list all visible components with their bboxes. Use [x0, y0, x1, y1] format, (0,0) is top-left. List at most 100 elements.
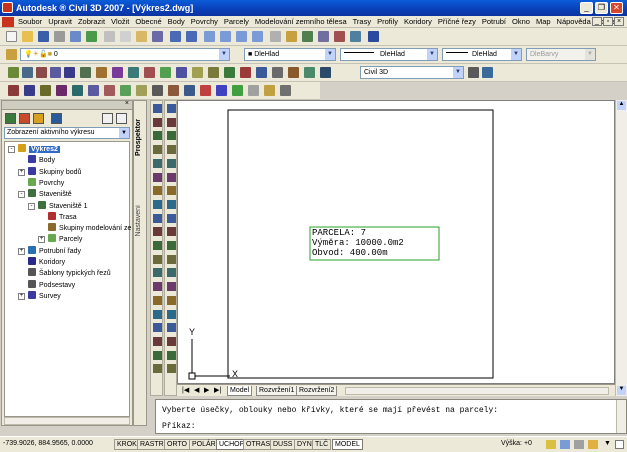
copy-icon[interactable] — [167, 117, 176, 127]
surface-icon[interactable] — [224, 67, 235, 78]
spiral-icon[interactable] — [50, 67, 61, 78]
arc-icon[interactable] — [153, 172, 162, 182]
status-toggle[interactable]: ORTO — [164, 439, 190, 450]
menu-item[interactable]: Okno — [509, 16, 533, 28]
lock-icon[interactable] — [546, 440, 556, 449]
polygon-icon[interactable] — [153, 145, 162, 155]
expand-icon[interactable]: + — [18, 168, 25, 176]
hatch-icon[interactable] — [153, 295, 162, 305]
prospector-view-icon[interactable] — [5, 113, 16, 124]
tab-layout1[interactable]: Rozvržení1 — [256, 386, 298, 396]
status-toggle[interactable]: DUSS — [270, 439, 296, 450]
trim-icon[interactable] — [167, 227, 176, 237]
section-icon[interactable] — [192, 67, 203, 78]
snap-perpendicular-icon[interactable] — [168, 85, 179, 96]
horizontal-scrollbar[interactable] — [345, 387, 609, 395]
ellipse-arc-icon[interactable] — [153, 241, 162, 250]
polyline-icon[interactable] — [153, 131, 162, 141]
tab-nav-last-icon[interactable]: ▶| — [214, 386, 221, 394]
alignment-icon[interactable] — [144, 67, 155, 78]
pan-icon[interactable] — [204, 31, 215, 42]
settings-view-icon[interactable] — [19, 113, 30, 124]
move-icon[interactable] — [167, 172, 176, 182]
linetype-combo[interactable]: DleHlad ▼ — [340, 48, 438, 61]
tab-model[interactable]: Model — [227, 386, 253, 396]
tree-item[interactable]: Podsestavy — [28, 279, 75, 291]
menu-item[interactable]: Příčné řezy — [435, 16, 479, 28]
construction-line-icon[interactable] — [153, 117, 162, 127]
transparent-command-icon[interactable] — [64, 67, 75, 78]
menu-item[interactable]: Nápověda — [554, 16, 594, 28]
snap-tangent-icon[interactable] — [152, 85, 163, 96]
doc-restore-icon[interactable]: ▫ — [603, 17, 613, 26]
array-icon[interactable] — [167, 158, 176, 168]
tree-item[interactable]: Šablony typických řezů — [28, 268, 111, 279]
corridor-icon[interactable] — [176, 67, 187, 78]
paste-icon[interactable] — [136, 31, 147, 42]
edit-icon[interactable] — [304, 67, 315, 78]
status-toggle[interactable]: RASTR — [137, 439, 167, 450]
tab-prospector[interactable]: Prospektor — [135, 119, 142, 156]
menu-item[interactable]: Profily — [374, 16, 401, 28]
revision-cloud-icon[interactable] — [153, 199, 162, 209]
menu-item[interactable]: Modelování zemního tělesa — [252, 16, 350, 28]
bulb-icon[interactable] — [588, 440, 598, 449]
offset-icon[interactable] — [167, 145, 176, 155]
status-toggle[interactable]: MODEL — [332, 439, 363, 450]
chevron-down-icon[interactable]: ▼ — [511, 49, 521, 60]
pipe-network-icon[interactable] — [208, 67, 219, 78]
rectangle-icon[interactable] — [153, 158, 162, 168]
status-toggle[interactable]: KROK — [114, 439, 140, 450]
menu-item[interactable]: Povrchy — [188, 16, 221, 28]
tree-item[interactable]: Výkres2 — [18, 144, 60, 155]
print-icon[interactable] — [54, 31, 65, 42]
snap-center-icon[interactable] — [120, 85, 131, 96]
tab-layout2[interactable]: Rozvržení2 — [296, 386, 338, 396]
grading-icon[interactable] — [80, 67, 91, 78]
survey-icon[interactable] — [288, 67, 299, 78]
autocad-app-icon[interactable] — [2, 2, 13, 13]
save-icon[interactable] — [38, 31, 49, 42]
minimize-button[interactable]: _ — [580, 2, 593, 14]
expand-icon[interactable]: + — [18, 292, 25, 300]
menu-item[interactable]: Body — [165, 16, 188, 28]
collapse-icon[interactable]: - — [8, 146, 15, 153]
tree-item[interactable]: Povrchy — [28, 177, 64, 189]
comm-center-icon[interactable] — [574, 440, 584, 449]
expand-icon[interactable]: + — [18, 247, 25, 255]
calculator-icon[interactable] — [350, 31, 361, 42]
snap-apparent-icon[interactable] — [88, 85, 99, 96]
menu-item[interactable]: Upravit — [45, 16, 75, 28]
menu-item[interactable]: Map — [533, 16, 554, 28]
tree-item[interactable]: Skupiny bodů — [28, 166, 81, 178]
tools-icon[interactable] — [272, 67, 283, 78]
tree-item[interactable]: Koridory — [28, 257, 65, 268]
vertical-scrollbar[interactable]: ▲ ▼ — [615, 100, 627, 396]
region-edit-icon[interactable] — [167, 336, 176, 346]
close-icon[interactable]: × — [125, 100, 129, 107]
region-icon[interactable] — [153, 323, 162, 333]
feature-line-icon[interactable] — [96, 67, 107, 78]
status-toggle[interactable]: POLÁR — [189, 439, 219, 450]
window-icon[interactable] — [102, 113, 113, 124]
gradient-icon[interactable] — [153, 309, 162, 319]
insert-block-icon[interactable] — [153, 254, 162, 264]
zoom-previous-icon[interactable] — [252, 31, 263, 42]
break-at-point-icon[interactable] — [167, 254, 176, 264]
tab-nav-next-icon[interactable]: ▶ — [204, 386, 209, 394]
rotate-icon[interactable] — [167, 186, 176, 196]
survey-view-icon[interactable] — [33, 113, 44, 124]
close-button[interactable]: ✕ — [610, 2, 623, 14]
make-block-icon[interactable] — [153, 268, 162, 278]
snap-insert-icon[interactable] — [200, 85, 211, 96]
chevron-down-icon[interactable]: ▼ — [453, 67, 463, 78]
chevron-down-icon[interactable]: ▼ — [604, 440, 611, 447]
workspace-settings-icon[interactable] — [468, 67, 479, 78]
osnap-settings-icon[interactable] — [264, 85, 275, 96]
explode-icon[interactable] — [167, 323, 176, 333]
line-by-bearing-icon[interactable] — [22, 67, 33, 78]
scroll-down-icon[interactable]: ▼ — [617, 386, 626, 395]
plot-preview-icon[interactable] — [70, 31, 81, 42]
snap-parallel-icon[interactable] — [184, 85, 195, 96]
curve-icon[interactable] — [36, 67, 47, 78]
